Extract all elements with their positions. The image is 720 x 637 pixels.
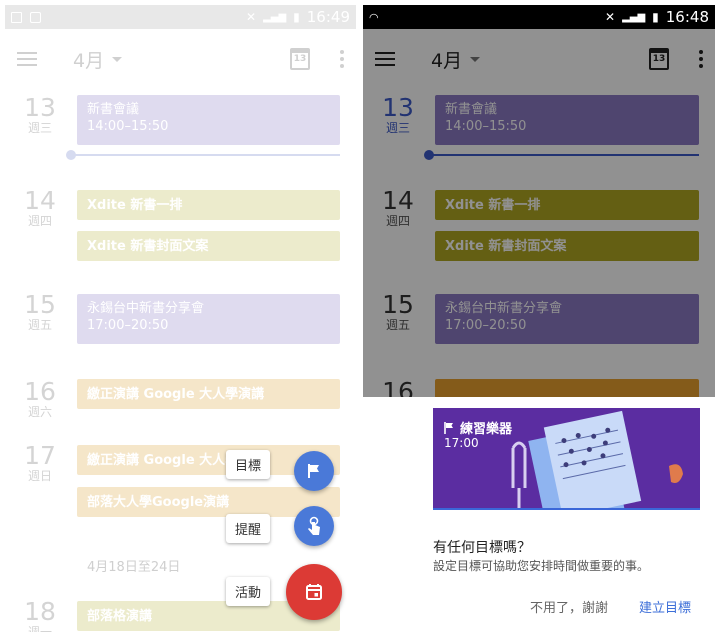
month-title: 4月 bbox=[73, 49, 105, 72]
day-number: 13 bbox=[24, 93, 56, 122]
wifi-icon: ◠ bbox=[369, 10, 379, 24]
fab-goal-label[interactable]: 目標 bbox=[226, 450, 271, 479]
decline-button[interactable]: 不用了，謝謝 bbox=[530, 597, 608, 616]
left-phone-screen: ✕ ▂▄▆ ▮ 16:49 4月 13 13 週三 新書會議 14:00–15:… bbox=[5, 5, 356, 632]
day-number: 15 bbox=[24, 290, 56, 319]
day-weekday: 週日 bbox=[27, 469, 52, 483]
day-number: 14 bbox=[24, 186, 56, 215]
day-header: 15 週五 bbox=[5, 290, 75, 333]
banner-title-row: 練習樂器 bbox=[444, 418, 512, 437]
event-title: Xdite 新書封面文案 bbox=[87, 239, 209, 254]
calendar-event-icon bbox=[306, 584, 322, 600]
today-calendar-icon[interactable]: 13 bbox=[290, 48, 310, 70]
day-number: 17 bbox=[24, 441, 56, 470]
current-time-dot bbox=[66, 150, 76, 160]
event-title: 永錫台中新書分享會 bbox=[87, 301, 205, 316]
agenda-list: 13 週三 新書會議 14:00–15:50 14 週四 Xdite 新書一排 … bbox=[5, 89, 356, 632]
sheet-question: 有任何目標嗎？ bbox=[433, 540, 531, 556]
day-header: 14 週四 bbox=[5, 186, 75, 229]
status-bar: ✕ ▂▄▆ ▮ 16:49 bbox=[5, 5, 356, 29]
status-time: 16:48 bbox=[665, 8, 709, 26]
event-title: Xdite 新書一排 bbox=[87, 198, 183, 213]
event-card[interactable]: Xdite 新書封面文案 bbox=[77, 231, 340, 261]
mute-icon: ✕ bbox=[246, 10, 257, 24]
day-number: 16 bbox=[24, 377, 56, 406]
create-goal-button[interactable]: 建立目標 bbox=[639, 597, 691, 616]
fab-event-button[interactable] bbox=[286, 564, 342, 620]
fab-reminder-button[interactable] bbox=[294, 506, 334, 546]
day-weekday: 週一 bbox=[27, 625, 52, 632]
image-notification-icon bbox=[11, 11, 22, 23]
event-title: 部落大人學Google演講 bbox=[87, 495, 230, 510]
fab-reminder-row[interactable]: 提醒 bbox=[226, 514, 271, 543]
month-selector[interactable]: 4月 bbox=[73, 46, 290, 73]
signal-icon: ▂▄▆ bbox=[622, 11, 646, 23]
reminder-hand-icon bbox=[308, 516, 320, 535]
current-time-line bbox=[66, 150, 340, 160]
app-bar: 4月 13 bbox=[5, 29, 356, 89]
event-title: 新書會議 bbox=[87, 102, 140, 117]
event-card[interactable]: 新書會議 14:00–15:50 bbox=[77, 95, 340, 145]
event-card[interactable]: 繳正演講 Google 大人學演講 bbox=[77, 379, 340, 409]
dialog-scrim[interactable] bbox=[363, 29, 715, 397]
fab-event-label[interactable]: 活動 bbox=[226, 577, 271, 606]
menu-icon[interactable] bbox=[17, 52, 37, 66]
fab-reminder-label[interactable]: 提醒 bbox=[226, 514, 271, 543]
event-title: 繳正演講 Google 大人學演講 bbox=[87, 387, 265, 402]
day-weekday: 週四 bbox=[27, 214, 52, 228]
battery-charging-icon: ▮ bbox=[293, 10, 300, 24]
chevron-down-icon bbox=[112, 56, 123, 62]
battery-icon: ▮ bbox=[652, 10, 659, 24]
signal-icon: ▂▄▆ bbox=[263, 11, 287, 23]
status-bar: ◠ ✕ ▂▄▆ ▮ 16:48 bbox=[363, 5, 715, 29]
sheet-description: 設定目標可協助您安排時間做重要的事。 bbox=[433, 559, 650, 573]
flag-icon bbox=[308, 464, 319, 478]
day-header: 17 週日 bbox=[5, 441, 75, 484]
event-card[interactable]: Xdite 新書一排 bbox=[77, 190, 340, 220]
message-notification-icon bbox=[30, 11, 41, 23]
right-phone-screen: ◠ ✕ ▂▄▆ ▮ 16:48 4月 13 13 週三 新書會議 14:00–1… bbox=[363, 5, 715, 632]
event-time: 17:00–20:50 bbox=[87, 318, 169, 333]
day-weekday: 週六 bbox=[27, 405, 52, 419]
day-header: 13 週三 bbox=[5, 93, 75, 136]
fab-goal-row[interactable]: 目標 bbox=[226, 450, 271, 479]
overflow-menu-icon[interactable] bbox=[340, 50, 344, 68]
fab-goal-button[interactable] bbox=[294, 451, 334, 491]
fab-event-row[interactable]: 活動 bbox=[226, 577, 271, 606]
day-weekday: 週三 bbox=[27, 121, 52, 135]
week-range-label: 4月18日至24日 bbox=[87, 560, 181, 575]
day-header: 18 週一 bbox=[5, 597, 75, 633]
event-card[interactable]: 永錫台中新書分享會 17:00–20:50 bbox=[77, 294, 340, 344]
goal-prompt-sheet: 練習樂器 17:00 有任何目標嗎？ 設定目標可協助您安排時間做重要的事。 不用… bbox=[363, 397, 715, 632]
flag-icon bbox=[444, 421, 453, 434]
mute-icon: ✕ bbox=[605, 10, 616, 24]
banner-title: 練習樂器 bbox=[460, 422, 513, 437]
day-header: 16 週六 bbox=[5, 377, 75, 420]
goal-illustration-banner: 練習樂器 17:00 bbox=[433, 408, 700, 510]
status-time: 16:49 bbox=[306, 8, 350, 26]
banner-time: 17:00 bbox=[444, 436, 479, 450]
day-number: 18 bbox=[24, 597, 56, 626]
day-weekday: 週五 bbox=[27, 318, 52, 332]
event-time: 14:00–15:50 bbox=[87, 119, 169, 134]
